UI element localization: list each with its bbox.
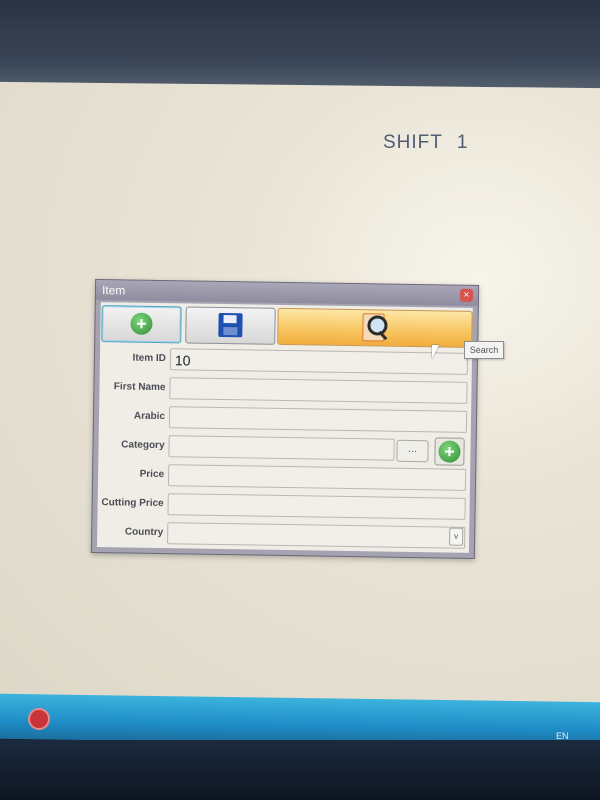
search-tooltip: Search [464, 341, 504, 359]
item-id-field[interactable]: 10 [169, 348, 469, 375]
monitor-bezel-bottom [0, 740, 600, 800]
shift-number: 1 [456, 132, 469, 153]
first-name-field[interactable] [169, 377, 468, 404]
country-select[interactable] [167, 522, 466, 549]
search-document-icon [362, 313, 388, 342]
start-orb-icon[interactable] [28, 708, 50, 730]
chevron-down-icon[interactable]: v [449, 527, 464, 546]
cutting-price-row: Cutting Price [97, 490, 469, 522]
add-circle-icon: + [130, 312, 153, 335]
shift-indicator: SHIFT 1 [383, 132, 468, 154]
arabic-label: Arabic [133, 410, 166, 423]
add-category-button[interactable]: + [434, 437, 465, 466]
price-label: Price [139, 468, 165, 481]
country-row: Country v [97, 519, 469, 551]
add-circle-icon: + [438, 440, 461, 463]
first-name-label: First Name [113, 381, 166, 394]
category-row: Category ... + [98, 432, 470, 466]
country-label: Country [124, 526, 164, 539]
category-label: Category [121, 439, 165, 452]
item-id-label: Item ID [132, 352, 167, 365]
mouse-cursor-icon [432, 345, 439, 359]
price-field[interactable] [167, 464, 467, 491]
shift-label-text: SHIFT [383, 132, 443, 153]
item-window: Item × + Item ID 10 First Name Arabic Ca… [90, 279, 480, 559]
search-button[interactable] [277, 307, 473, 348]
close-button[interactable]: × [459, 288, 474, 302]
window-title: Item [101, 283, 126, 298]
item-id-row: Item ID 10 [100, 345, 472, 377]
window-client-area: + Item ID 10 First Name Arabic Category … [96, 302, 473, 553]
floppy-disk-icon [218, 312, 243, 338]
save-button[interactable] [185, 306, 276, 345]
price-row: Price [98, 461, 470, 493]
arabic-row: Arabic [99, 403, 471, 435]
monitor-bezel-top [0, 0, 600, 90]
add-button[interactable]: + [101, 305, 182, 344]
category-browse-button[interactable]: ... [396, 439, 429, 463]
category-field[interactable] [168, 435, 395, 461]
arabic-field[interactable] [168, 406, 468, 433]
cutting-price-label: Cutting Price [101, 497, 164, 510]
first-name-row: First Name [99, 374, 471, 406]
cutting-price-field[interactable] [167, 493, 466, 520]
